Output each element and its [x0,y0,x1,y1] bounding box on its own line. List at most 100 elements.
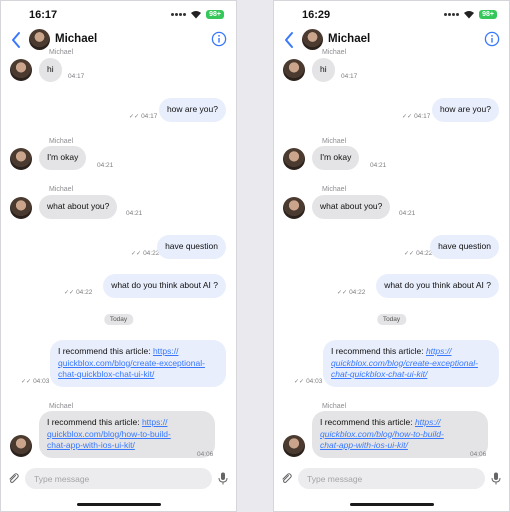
signal-icon [444,13,460,16]
sender-name: Michael [322,403,347,410]
message-time: 04:06 [197,451,214,458]
info-icon[interactable] [484,31,500,47]
outgoing-message[interactable]: I recommend this article: https://quickb… [323,340,499,387]
incoming-message[interactable]: I recommend this article: https://quickb… [39,411,215,458]
outgoing-message[interactable]: have question [430,235,499,259]
incoming-message[interactable]: what about you? [312,195,391,219]
message-time: ✓✓ 04:22 [131,250,160,257]
message-text: I recommend this article: [331,346,426,356]
battery-indicator: 98+ [479,10,497,19]
home-indicator [349,503,434,506]
message-time: 04:21 [126,210,143,217]
message-text: how are you? [439,104,491,114]
message-text: hi [320,64,327,74]
outgoing-message[interactable]: what do you think about AI ? [376,274,499,298]
double-check-icon: ✓✓ [402,114,413,120]
status-icons: 98+ [171,10,224,19]
avatar [10,148,32,170]
back-chevron-icon[interactable] [9,30,25,50]
outgoing-message[interactable]: have question [157,235,226,259]
chat-header: Michael [1,29,236,51]
microphone-icon[interactable] [218,472,228,485]
message-text: how are you? [166,104,218,114]
outgoing-message[interactable]: I recommend this article: https://quickb… [50,340,226,387]
attachment-icon[interactable] [7,472,19,484]
chat-screen-left: 16:17 98+ Michael Michael hi 04:17 ✓✓ 04:… [0,0,237,512]
double-check-icon: ✓✓ [337,290,348,296]
wifi-icon [191,11,202,19]
contact-name[interactable]: Michael [55,33,97,45]
sender-name: Michael [49,138,74,145]
date-separator: Today [103,314,134,325]
incoming-message[interactable]: hi [312,58,335,82]
status-bar: 16:29 98+ [274,1,509,27]
incoming-message[interactable]: hi [39,58,62,82]
signal-icon [171,13,187,16]
attachment-icon[interactable] [280,472,292,484]
home-indicator [76,503,161,506]
info-icon[interactable] [211,31,227,47]
chat-header: Michael [274,29,509,51]
avatar [283,148,305,170]
chat-screen-right: 16:29 98+ Michael Michael hi 04:17 ✓✓ 04:… [273,0,510,512]
message-text: what about you? [320,201,383,211]
status-time: 16:29 [302,9,331,21]
avatar[interactable] [302,29,323,50]
double-check-icon: ✓✓ [294,379,305,385]
message-time: ✓✓ 04:03 [21,378,50,385]
message-time: ✓✓ 04:22 [404,250,433,257]
status-bar: 16:17 98+ [1,1,236,27]
double-check-icon: ✓✓ [64,290,75,296]
message-text: what about you? [47,201,110,211]
incoming-message[interactable]: I'm okay [312,146,360,170]
message-input-bar [274,467,509,491]
incoming-message[interactable]: I'm okay [39,146,87,170]
outgoing-message[interactable]: what do you think about AI ? [103,274,226,298]
avatar [10,59,32,81]
double-check-icon: ✓✓ [129,114,140,120]
avatar [283,197,305,219]
message-time: ✓✓ 04:17 [129,113,158,120]
status-time: 16:17 [29,9,58,21]
back-chevron-icon[interactable] [282,30,298,50]
sender-name: Michael [49,403,74,410]
incoming-message[interactable]: I recommend this article: https://quickb… [312,411,488,458]
double-check-icon: ✓✓ [21,379,32,385]
sender-name: Michael [322,49,347,56]
message-input[interactable] [25,468,212,489]
outgoing-message[interactable]: how are you? [431,98,499,122]
microphone-icon[interactable] [491,472,501,485]
message-text: I recommend this article: [47,417,142,427]
message-text: I recommend this article: [58,346,153,356]
message-time: 04:17 [68,73,85,80]
avatar [283,59,305,81]
contact-name[interactable]: Michael [328,33,370,45]
message-time: ✓✓ 04:22 [337,289,366,296]
sender-name: Michael [49,186,74,193]
wifi-icon [464,11,475,19]
message-time: ✓✓ 04:17 [402,113,431,120]
message-text: what do you think about AI ? [111,280,218,290]
sender-name: Michael [322,138,347,145]
message-time: 04:21 [370,162,387,169]
status-icons: 98+ [444,10,497,19]
double-check-icon: ✓✓ [404,251,415,257]
message-text: what do you think about AI ? [384,280,491,290]
avatar[interactable] [29,29,50,50]
sender-name: Michael [49,49,74,56]
date-separator: Today [376,314,407,325]
message-text: hi [47,64,54,74]
avatar [10,435,32,457]
message-time: 04:06 [470,451,487,458]
message-time: 04:21 [399,210,416,217]
message-text: I recommend this article: [320,417,415,427]
avatar [10,197,32,219]
message-time: ✓✓ 04:22 [64,289,93,296]
message-text: have question [165,241,218,251]
battery-indicator: 98+ [206,10,224,19]
outgoing-message[interactable]: how are you? [158,98,226,122]
double-check-icon: ✓✓ [131,251,142,257]
message-text: I'm okay [47,152,79,162]
message-input[interactable] [298,468,485,489]
incoming-message[interactable]: what about you? [39,195,118,219]
